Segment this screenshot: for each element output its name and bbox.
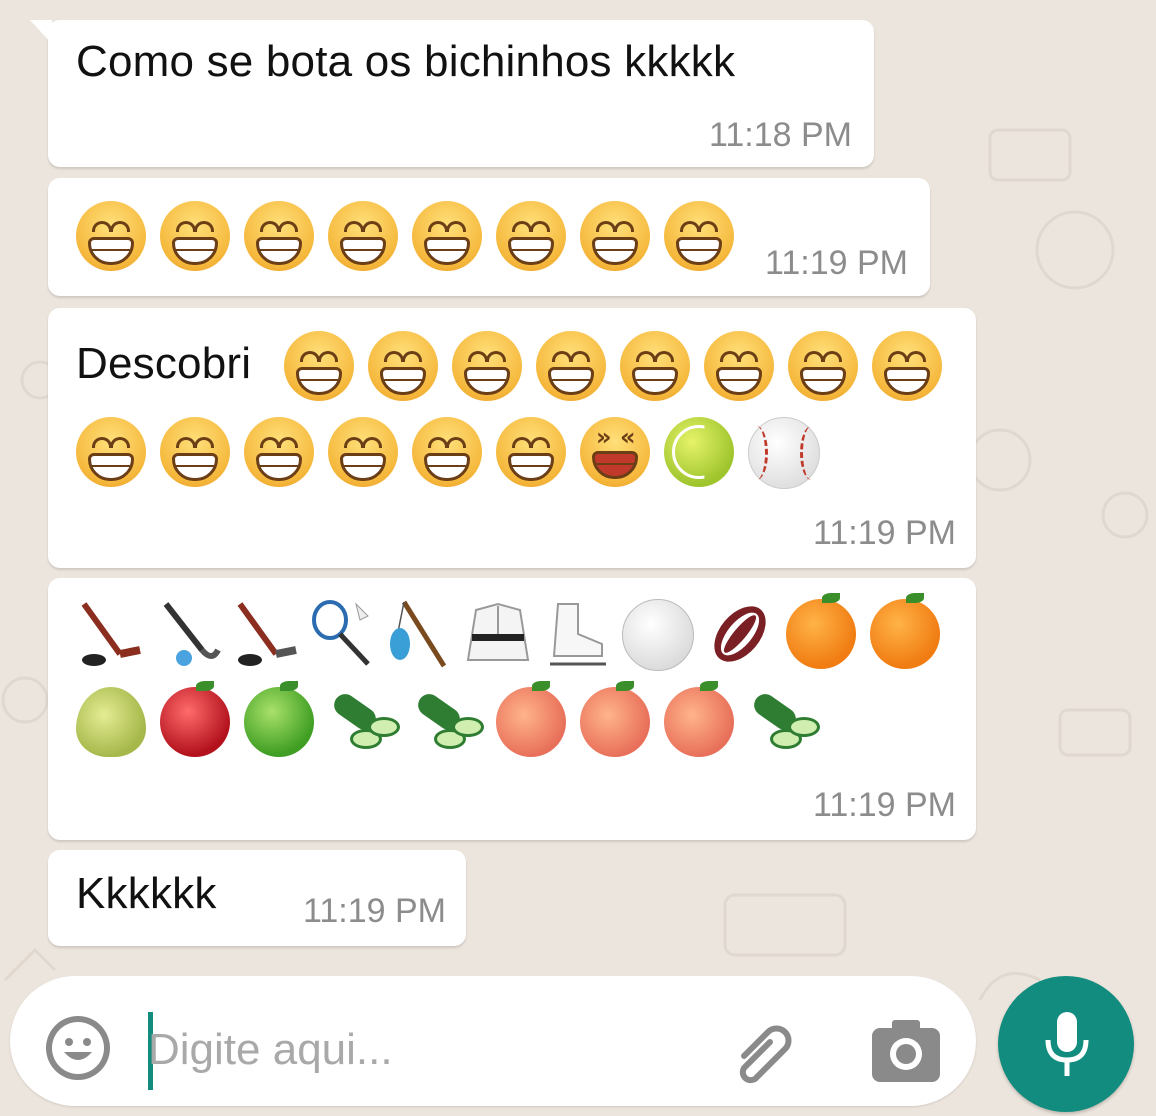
emoji-row-2 xyxy=(72,416,824,490)
martial-arts-uniform-emoji xyxy=(466,602,530,661)
badminton-emoji xyxy=(312,600,370,666)
peach-emoji xyxy=(580,681,650,757)
grinning-face-emoji xyxy=(244,417,314,487)
laughing-face-emoji xyxy=(580,417,650,487)
bubble-tail xyxy=(30,20,52,44)
field-hockey-emoji xyxy=(163,602,221,666)
mic-button[interactable] xyxy=(998,976,1134,1112)
message-bubble-3[interactable]: Descobri 11:19 PM xyxy=(48,308,976,568)
cucumber-emoji xyxy=(328,687,400,757)
emoji-icon[interactable] xyxy=(42,1012,114,1084)
grinning-face-emoji xyxy=(244,201,314,271)
message-text: Descobri xyxy=(76,339,252,388)
orange-emoji xyxy=(786,593,856,669)
message-bubble-4[interactable]: 11:19 PM xyxy=(48,578,976,840)
grinning-face-emoji xyxy=(620,331,690,401)
grinning-face-emoji xyxy=(496,201,566,271)
red-apple-emoji xyxy=(160,681,230,757)
grinning-face-emoji xyxy=(284,331,354,401)
grinning-face-emoji xyxy=(496,417,566,487)
mic-icon xyxy=(1045,1012,1089,1076)
grinning-face-emoji xyxy=(368,331,438,401)
grinning-face-emoji xyxy=(412,201,482,271)
baseball-emoji xyxy=(748,417,820,489)
pear-emoji xyxy=(76,687,146,757)
peach-emoji xyxy=(496,681,566,757)
grinning-face-emoji xyxy=(452,331,522,401)
message-bubble-1[interactable]: Como se bota os bichinhos kkkkk 11:18 PM xyxy=(30,20,874,167)
volleyball-emoji xyxy=(622,599,694,671)
cucumber-emoji xyxy=(748,687,820,757)
emoji-row-1 xyxy=(280,330,946,402)
grinning-face-emoji xyxy=(580,201,650,271)
emoji-row xyxy=(72,200,738,272)
emoji-row-2 xyxy=(72,681,822,758)
message-bubble-5[interactable]: Kkkkkk 11:19 PM xyxy=(48,850,466,946)
cucumber-emoji xyxy=(412,687,484,757)
message-time: 11:19 PM xyxy=(812,786,956,824)
grinning-face-emoji xyxy=(872,331,942,401)
fishing-pole-emoji xyxy=(390,600,447,668)
peach-emoji xyxy=(664,681,734,757)
tennis-ball-emoji xyxy=(664,417,734,487)
grinning-face-emoji xyxy=(704,331,774,401)
message-input[interactable]: Digite aqui... xyxy=(148,1025,393,1075)
emoji-row-1 xyxy=(72,593,944,672)
message-time: 11:18 PM xyxy=(708,116,852,154)
ice-skate-emoji xyxy=(550,603,606,666)
grinning-face-emoji xyxy=(76,417,146,487)
message-time: 11:19 PM xyxy=(812,514,956,552)
message-time: 11:19 PM xyxy=(302,892,446,930)
green-apple-emoji xyxy=(244,681,314,757)
message-time: 11:19 PM xyxy=(764,244,908,282)
orange-emoji xyxy=(870,593,940,669)
grinning-face-emoji xyxy=(160,417,230,487)
grinning-face-emoji xyxy=(328,201,398,271)
attach-icon[interactable] xyxy=(722,1016,802,1096)
camera-icon[interactable] xyxy=(868,1016,944,1086)
grinning-face-emoji xyxy=(412,417,482,487)
grinning-face-emoji xyxy=(788,331,858,401)
ice-hockey-emoji xyxy=(81,602,141,666)
rugby-football-emoji xyxy=(714,606,766,662)
message-text: Como se bota os bichinhos kkkkk xyxy=(76,37,736,86)
grinning-face-emoji xyxy=(328,417,398,487)
ice-hockey-emoji xyxy=(237,602,297,666)
message-text: Kkkkkk xyxy=(76,869,217,918)
message-bubble-2[interactable]: 11:19 PM xyxy=(48,178,930,296)
grinning-face-emoji xyxy=(664,201,734,271)
grinning-face-emoji xyxy=(160,201,230,271)
grinning-face-emoji xyxy=(76,201,146,271)
grinning-face-emoji xyxy=(536,331,606,401)
